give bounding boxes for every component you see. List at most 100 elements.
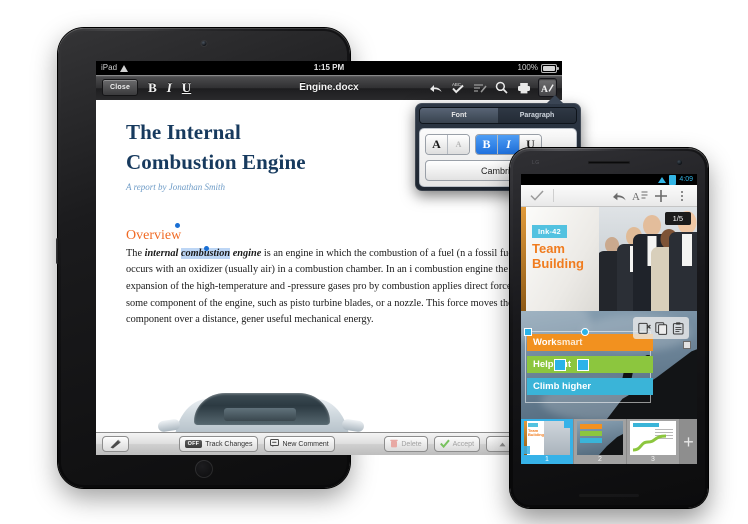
android-phone-device: LG 4:09 A Ink-42 Team Building 1/5 Work …: [510, 148, 708, 508]
review-toolbar: OFF Track Changes New Comment Delete Acc…: [96, 432, 562, 455]
rotate-handle[interactable]: [581, 328, 589, 336]
person-1: [669, 211, 697, 311]
search-icon[interactable]: [494, 80, 509, 95]
accept-button[interactable]: Accept: [433, 436, 481, 452]
drag-handle-left[interactable]: [554, 359, 566, 371]
paste-icon[interactable]: [670, 320, 686, 336]
spellcheck-icon[interactable]: ABC: [450, 80, 465, 95]
delete-label: Delete: [401, 440, 422, 448]
status-right: 100%: [517, 61, 559, 75]
thumbnail-slide-1[interactable]: Team Building 1: [521, 419, 574, 464]
text-format-icon[interactable]: A: [630, 186, 649, 205]
home-button[interactable]: [195, 460, 213, 478]
check-icon: [439, 439, 450, 450]
cut-icon[interactable]: [636, 320, 652, 336]
tab-paragraph[interactable]: Paragraph: [498, 108, 576, 123]
selection-handle-end[interactable]: [204, 246, 209, 251]
font-size-decrease-button[interactable]: A: [448, 135, 469, 154]
slide-preview-current[interactable]: Ink-42 Team Building 1/5: [521, 207, 697, 311]
thumb3-road-graphic: [632, 434, 667, 452]
svg-text:A: A: [632, 191, 640, 202]
track-changes-label: Track Changes: [205, 440, 253, 448]
android-status-bar: 4:09: [521, 174, 697, 185]
slide-title-line2: Building: [532, 256, 584, 272]
textbox-help-out[interactable]: Help out: [527, 356, 653, 373]
delete-button[interactable]: Delete: [384, 436, 428, 452]
screenshot-stage: iPad 1:15 PM 100% Close B I U Engine.doc…: [0, 0, 748, 524]
resize-handle-top-left[interactable]: [524, 328, 532, 336]
front-camera-icon: [201, 41, 207, 46]
new-comment-button[interactable]: New Comment: [264, 436, 335, 452]
copy-icon[interactable]: [653, 320, 669, 336]
android-toolbar: A: [521, 185, 697, 207]
print-icon[interactable]: [516, 80, 531, 95]
overflow-menu-icon[interactable]: [672, 186, 691, 205]
section-heading: Overview: [126, 227, 182, 243]
paragraph-rest: is an engine in which the combustion of …: [126, 247, 523, 326]
earpiece-speaker: [588, 161, 630, 164]
thumb1-title: Team Building: [528, 428, 544, 438]
thumb1-badge: [528, 423, 538, 427]
textbox-help-strong: Hel: [533, 359, 548, 370]
slide-accent-bar: [521, 207, 526, 311]
document-paragraph[interactable]: The internal combustion engine is an eng…: [126, 246, 546, 329]
popover-arrow: [546, 95, 564, 104]
add-slide-button[interactable]: +: [680, 419, 697, 464]
side-button[interactable]: [56, 238, 59, 264]
paragraph-bold-1: internal: [144, 247, 181, 259]
thumbnail-1-number: 1: [545, 456, 549, 463]
popover-bold-button[interactable]: B: [476, 135, 498, 154]
textbox-work-strong: Work: [533, 337, 557, 348]
clock: 1:15 PM: [313, 63, 345, 72]
thumb2-box-blue: [580, 438, 602, 443]
context-action-bar[interactable]: [633, 317, 689, 339]
paragraph-bold-2: engine: [230, 247, 262, 259]
comment-icon: [270, 439, 280, 449]
close-button[interactable]: Close: [102, 79, 139, 96]
slide-title-line1: Team: [532, 241, 565, 256]
thumbnail-slide-3[interactable]: 3: [627, 419, 680, 464]
font-size-group: A A: [425, 134, 470, 155]
undo-icon[interactable]: [609, 186, 628, 205]
tab-font[interactable]: Font: [420, 108, 498, 123]
toolbar-actions: ABC A: [428, 78, 557, 97]
toolbar-divider: [553, 189, 554, 202]
phone-chin: [579, 494, 639, 497]
track-changes-icon[interactable]: [472, 80, 487, 95]
resize-handle-right[interactable]: [683, 341, 691, 349]
battery-percent-label: 100%: [517, 63, 538, 72]
track-changes-state: OFF: [184, 440, 203, 448]
underline-button[interactable]: U: [182, 80, 191, 96]
phone-brand-logo: LG: [532, 160, 540, 166]
italic-button[interactable]: I: [167, 80, 172, 96]
thumb2-box-green: [580, 431, 602, 436]
thumbnail-expand-icon[interactable]: [564, 420, 572, 428]
clock: 4:09: [679, 176, 693, 183]
undo-icon[interactable]: [428, 80, 443, 95]
drag-handle-right[interactable]: [577, 359, 589, 371]
done-check-icon[interactable]: [527, 186, 546, 205]
slide-thumbnail-strip[interactable]: Team Building 1 2 3 +: [521, 419, 697, 464]
battery-icon: [541, 63, 559, 73]
textbox-climb-strong: Climb higher: [533, 381, 592, 392]
ios-status-bar: iPad 1:15 PM 100%: [96, 61, 562, 75]
thumbnail-slide-2[interactable]: 2: [574, 419, 627, 464]
slide-counter: 1/5: [664, 212, 691, 225]
selection-handle-start[interactable]: [175, 223, 180, 228]
thumbnail-options-icon[interactable]: [522, 446, 530, 454]
accept-label: Accept: [452, 440, 475, 448]
bold-button[interactable]: B: [148, 80, 157, 96]
thumbnail-2-number: 2: [598, 456, 602, 463]
svg-text:A: A: [541, 85, 548, 94]
font-size-increase-button[interactable]: A: [426, 135, 448, 154]
plus-icon[interactable]: [651, 186, 670, 205]
track-changes-toggle[interactable]: OFF Track Changes: [178, 436, 259, 452]
slide-title: Team Building: [532, 241, 584, 271]
caret-up-icon: [498, 442, 506, 446]
textbox-work-rest: smart: [556, 337, 583, 348]
front-camera-icon: [677, 160, 682, 165]
thumb2-box-orange: [580, 424, 602, 429]
pen-icon[interactable]: [102, 436, 129, 452]
slide-editing-canvas[interactable]: Work smart Help out Climb higher: [521, 311, 697, 419]
textbox-climb-higher[interactable]: Climb higher: [527, 378, 653, 395]
